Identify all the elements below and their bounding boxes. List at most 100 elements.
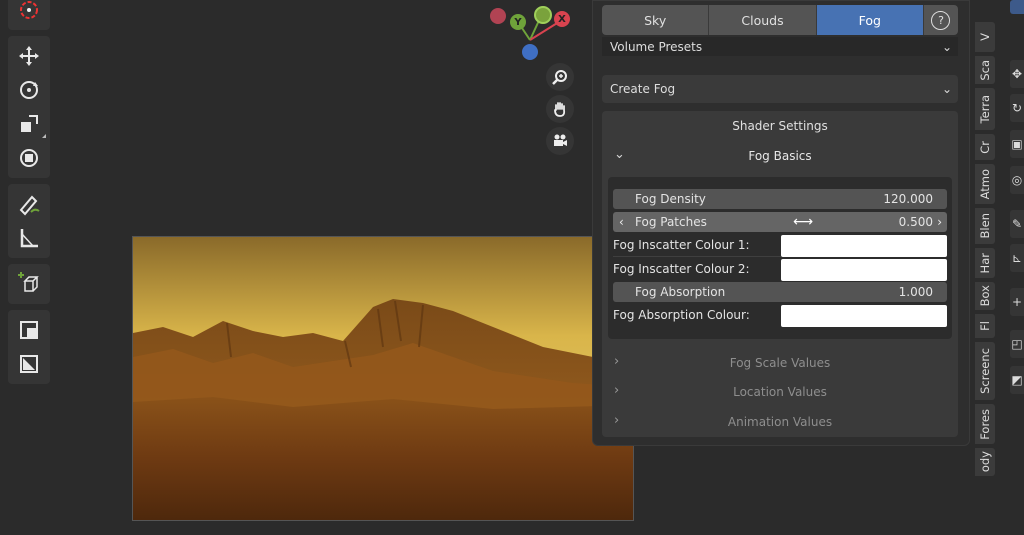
fog-inscatter-colour-1-swatch[interactable] (781, 235, 947, 257)
create-fog-label: Create Fog (610, 82, 676, 96)
create-fog-dropdown[interactable]: Create Fog ⌄ (602, 75, 958, 103)
pencil-icon (19, 195, 40, 216)
annotate-tool[interactable] (10, 188, 48, 220)
sidebar-tab-terra[interactable]: Terra (975, 88, 995, 130)
fog-basics-box: Fog Density 120.000 ‹ Fog Patches ⟷ 0.50… (608, 177, 952, 339)
fog-scale-values-header[interactable]: › Fog Scale Values (602, 351, 958, 375)
right-tool-transform[interactable]: ◎ (1010, 166, 1024, 194)
resize-cursor-icon: ⟷ (793, 214, 814, 230)
left-toolbar (8, 0, 50, 390)
volume-presets-label: Volume Presets (610, 39, 703, 54)
neg-z-axis[interactable] (522, 44, 538, 60)
fog-absorption-colour-row: Fog Absorption Colour: (613, 305, 947, 327)
camera-icon (554, 134, 567, 146)
x-axis[interactable]: X (554, 11, 570, 27)
animation-values-header[interactable]: › Animation Values (602, 410, 958, 434)
scale-icon (21, 115, 38, 132)
sidebar-tab-box[interactable]: Box (975, 282, 995, 310)
chevron-down-icon: ⌄ (941, 82, 952, 96)
right-tool-measure[interactable]: ⊾ (1010, 244, 1024, 272)
right-tool-extrude[interactable]: ◰ (1010, 330, 1024, 358)
fog-inscatter-colour-1-row: Fog Inscatter Colour 1: (613, 235, 947, 257)
right-tool-annotate[interactable]: ✎ (1010, 210, 1024, 238)
tab-clouds[interactable]: Clouds (709, 5, 817, 35)
cursor-tool[interactable] (10, 0, 48, 26)
fog-inscatter-colour-2-label: Fog Inscatter Colour 2: (613, 262, 750, 276)
rotate-icon (20, 81, 38, 99)
right-tool-move[interactable]: ✥ (1010, 60, 1024, 88)
sidebar-tab-screenc[interactable]: Screenc (975, 342, 995, 400)
increment-arrow-icon[interactable]: › (937, 215, 942, 229)
camera-view-button[interactable] (546, 127, 574, 155)
sidebar-tab-ody[interactable]: ody (975, 448, 995, 476)
move-icon (19, 46, 39, 66)
shader-settings-title: Shader Settings (732, 119, 828, 133)
sky-settings-panel: Sky Clouds Fog ? Volume Presets ⌄ Create… (592, 0, 970, 446)
fog-absorption-field[interactable]: Fog Absorption 1.000 (613, 282, 947, 302)
fog-density-field[interactable]: Fog Density 120.000 (613, 189, 947, 209)
cursor-icon (20, 1, 38, 19)
right-tool-bevel[interactable]: ◩ (1010, 366, 1024, 394)
fog-patches-value: 0.500 (898, 215, 933, 229)
right-tool-add[interactable]: + (1010, 288, 1024, 316)
move-tool[interactable] (10, 40, 48, 72)
zoom-button[interactable] (546, 63, 574, 91)
desert-mountain-render (133, 237, 633, 520)
sidebar-tab-blen[interactable]: Blen (975, 208, 995, 244)
fog-inscatter-colour-2-swatch[interactable] (781, 259, 947, 281)
sidebar-tab-atmo[interactable]: Atmo (975, 164, 995, 204)
tool-group-annotate (8, 184, 50, 258)
transform-tool[interactable] (10, 142, 48, 174)
fog-patches-label: Fog Patches (635, 215, 707, 229)
sidebar-tab-strip: V Sca Terra Cr Atmo Blen Har Box Fl Scre… (975, 22, 997, 480)
fog-absorption-label: Fog Absorption (635, 285, 726, 299)
scale-tool[interactable] (10, 108, 48, 140)
fog-absorption-value: 1.000 (898, 285, 933, 299)
right-tool-scale[interactable]: ▣ (1010, 130, 1024, 158)
tab-sky[interactable]: Sky (602, 5, 710, 35)
fog-inscatter-colour-1-label: Fog Inscatter Colour 1: (613, 238, 750, 252)
tool-group-add (8, 264, 50, 304)
extrude-tool[interactable] (10, 314, 48, 346)
fog-scale-values-label: Fog Scale Values (729, 356, 831, 370)
fog-basics-header[interactable]: ⌄ Fog Basics (602, 145, 958, 169)
sidebar-tab-fores[interactable]: Fores (975, 404, 995, 444)
fog-basics-title: Fog Basics (748, 149, 812, 163)
add-cube-tool[interactable] (10, 268, 48, 300)
measure-tool[interactable] (10, 222, 48, 254)
fog-density-value: 120.000 (883, 192, 933, 206)
pan-button[interactable] (546, 95, 574, 123)
decrement-arrow-icon[interactable]: ‹ (619, 215, 624, 229)
volume-presets-dropdown[interactable]: Volume Presets ⌄ (602, 37, 958, 56)
z-axis-top[interactable] (534, 6, 552, 24)
zoom-icon (552, 70, 567, 85)
location-values-label: Location Values (733, 385, 827, 399)
animation-values-label: Animation Values (727, 415, 833, 429)
location-values-header[interactable]: › Location Values (602, 380, 958, 404)
fog-density-label: Fog Density (635, 192, 706, 206)
navigation-gizmo[interactable]: Y X (482, 0, 582, 70)
tool-group-edit (8, 310, 50, 384)
right-tool-rotate[interactable]: ↻ (1010, 94, 1024, 122)
sidebar-tab-har[interactable]: Har (975, 248, 995, 278)
neg-x-axis[interactable] (490, 8, 506, 24)
y-axis[interactable]: Y (510, 14, 526, 30)
right-tool-active[interactable] (1010, 0, 1024, 14)
tool-group-cursor (8, 0, 50, 30)
question-icon: ? (931, 10, 951, 30)
hand-icon (554, 102, 566, 117)
fog-patches-field[interactable]: ‹ Fog Patches ⟷ 0.500 › (613, 212, 947, 232)
bevel-tool[interactable] (10, 348, 48, 380)
sidebar-tab-sca[interactable]: Sca (975, 56, 995, 84)
sidebar-tab-fl[interactable]: Fl (975, 314, 995, 338)
ruler-icon (20, 229, 38, 248)
render-preview (132, 236, 634, 521)
rotate-tool[interactable] (10, 74, 48, 106)
tool-group-transform (8, 36, 50, 178)
fog-absorption-colour-swatch[interactable] (781, 305, 947, 327)
extrude-icon (20, 321, 38, 339)
help-button[interactable]: ? (923, 5, 958, 35)
sidebar-tab-v[interactable]: V (975, 22, 995, 52)
tab-fog[interactable]: Fog (816, 5, 924, 35)
sidebar-tab-cr[interactable]: Cr (975, 134, 995, 160)
